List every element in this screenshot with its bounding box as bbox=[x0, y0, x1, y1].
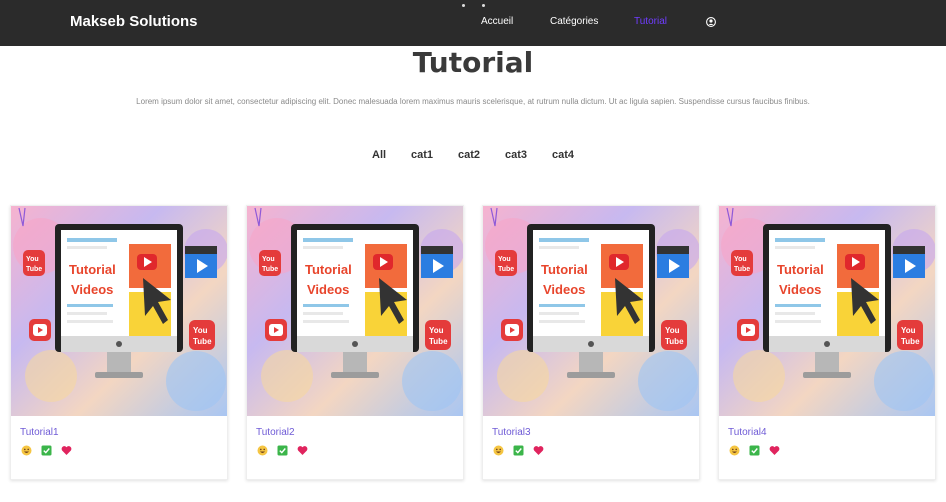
svg-text:Tube: Tube bbox=[429, 337, 448, 346]
nav-link-categories[interactable]: Catégories bbox=[550, 16, 598, 27]
check-box-icon[interactable] bbox=[749, 445, 760, 456]
svg-text:You: You bbox=[193, 326, 208, 335]
svg-text:Tube: Tube bbox=[498, 266, 514, 273]
card-thumbnail[interactable]: Tutorial Videos You Tube You Tube bbox=[483, 206, 699, 416]
svg-text:Videos: Videos bbox=[543, 282, 585, 297]
check-box-icon[interactable] bbox=[41, 445, 52, 456]
svg-text:You: You bbox=[262, 256, 275, 263]
brand-logo-text[interactable]: Makseb Solutions bbox=[70, 13, 198, 30]
svg-text:You: You bbox=[26, 256, 39, 263]
svg-text:You: You bbox=[498, 256, 511, 263]
top-navbar: Makseb Solutions Accueil Catégories Tuto… bbox=[0, 0, 946, 46]
tutorial-card[interactable]: Tutorial Videos You Tube You Tube Tutori… bbox=[246, 205, 464, 480]
svg-text:Tube: Tube bbox=[193, 337, 212, 346]
svg-text:Videos: Videos bbox=[71, 282, 113, 297]
svg-text:Tube: Tube bbox=[734, 266, 750, 273]
svg-text:You: You bbox=[429, 326, 444, 335]
tutorial-card[interactable]: Tutorial Videos You Tube You Tube Tutori… bbox=[718, 205, 936, 480]
tutorial-thumbnail-image[interactable]: Tutorial Videos You Tube You Tube bbox=[719, 206, 935, 416]
user-circle-icon[interactable] bbox=[706, 17, 716, 27]
filter-cat3[interactable]: cat3 bbox=[505, 149, 527, 161]
svg-text:Tube: Tube bbox=[26, 266, 42, 273]
card-title-link[interactable]: Tutorial4 bbox=[728, 427, 767, 438]
tutorial-card[interactable]: Tutorial Videos You Tube You Tube Tutori… bbox=[482, 205, 700, 480]
card-thumbnail[interactable]: Tutorial Videos You Tube You Tube bbox=[247, 206, 463, 416]
svg-text:Tutorial: Tutorial bbox=[305, 262, 352, 277]
svg-text:You: You bbox=[665, 326, 680, 335]
filter-cat4[interactable]: cat4 bbox=[552, 149, 574, 161]
svg-text:Videos: Videos bbox=[307, 282, 349, 297]
filter-all[interactable]: All bbox=[372, 149, 386, 161]
svg-text:Tutorial: Tutorial bbox=[69, 262, 116, 277]
category-filters: All cat1 cat2 cat3 cat4 bbox=[0, 149, 946, 165]
smiley-icon[interactable] bbox=[729, 445, 740, 456]
svg-text:Tube: Tube bbox=[901, 337, 920, 346]
card-title-link[interactable]: Tutorial2 bbox=[256, 427, 295, 438]
smiley-icon[interactable] bbox=[21, 445, 32, 456]
heart-icon[interactable] bbox=[769, 445, 780, 456]
tutorial-thumbnail-image[interactable]: Tutorial Videos You Tube You Tube bbox=[11, 206, 227, 416]
nav-link-tutorial[interactable]: Tutorial bbox=[634, 16, 667, 27]
heart-icon[interactable] bbox=[61, 445, 72, 456]
heart-icon[interactable] bbox=[297, 445, 308, 456]
card-title-link[interactable]: Tutorial3 bbox=[492, 427, 531, 438]
page-title: Tutorial bbox=[412, 46, 534, 79]
svg-text:Tutorial: Tutorial bbox=[541, 262, 588, 277]
svg-text:You: You bbox=[734, 256, 747, 263]
svg-text:Videos: Videos bbox=[779, 282, 821, 297]
svg-text:You: You bbox=[901, 326, 916, 335]
svg-text:Tube: Tube bbox=[665, 337, 684, 346]
dots-indicator bbox=[462, 4, 492, 10]
card-thumbnail[interactable]: Tutorial Videos You Tube You Tube bbox=[11, 206, 227, 416]
dot bbox=[462, 4, 465, 7]
check-box-icon[interactable] bbox=[277, 445, 288, 456]
filter-cat1[interactable]: cat1 bbox=[411, 149, 433, 161]
card-thumbnail[interactable]: Tutorial Videos You Tube You Tube bbox=[719, 206, 935, 416]
tutorial-card[interactable]: Tutorial Videos You Tube You Tube Tutori… bbox=[10, 205, 228, 480]
tutorial-thumbnail-image[interactable]: Tutorial Videos You Tube You Tube bbox=[247, 206, 463, 416]
heart-icon[interactable] bbox=[533, 445, 544, 456]
svg-text:Tutorial: Tutorial bbox=[777, 262, 824, 277]
filter-cat2[interactable]: cat2 bbox=[458, 149, 480, 161]
svg-text:Tube: Tube bbox=[262, 266, 278, 273]
intro-paragraph: Lorem ipsum dolor sit amet, consectetur … bbox=[136, 97, 810, 106]
smiley-icon[interactable] bbox=[257, 445, 268, 456]
nav-link-accueil[interactable]: Accueil bbox=[481, 16, 513, 27]
dot bbox=[482, 4, 485, 7]
tutorial-thumbnail-image[interactable]: Tutorial Videos You Tube You Tube bbox=[483, 206, 699, 416]
smiley-icon[interactable] bbox=[493, 445, 504, 456]
check-box-icon[interactable] bbox=[513, 445, 524, 456]
card-title-link[interactable]: Tutorial1 bbox=[20, 427, 59, 438]
